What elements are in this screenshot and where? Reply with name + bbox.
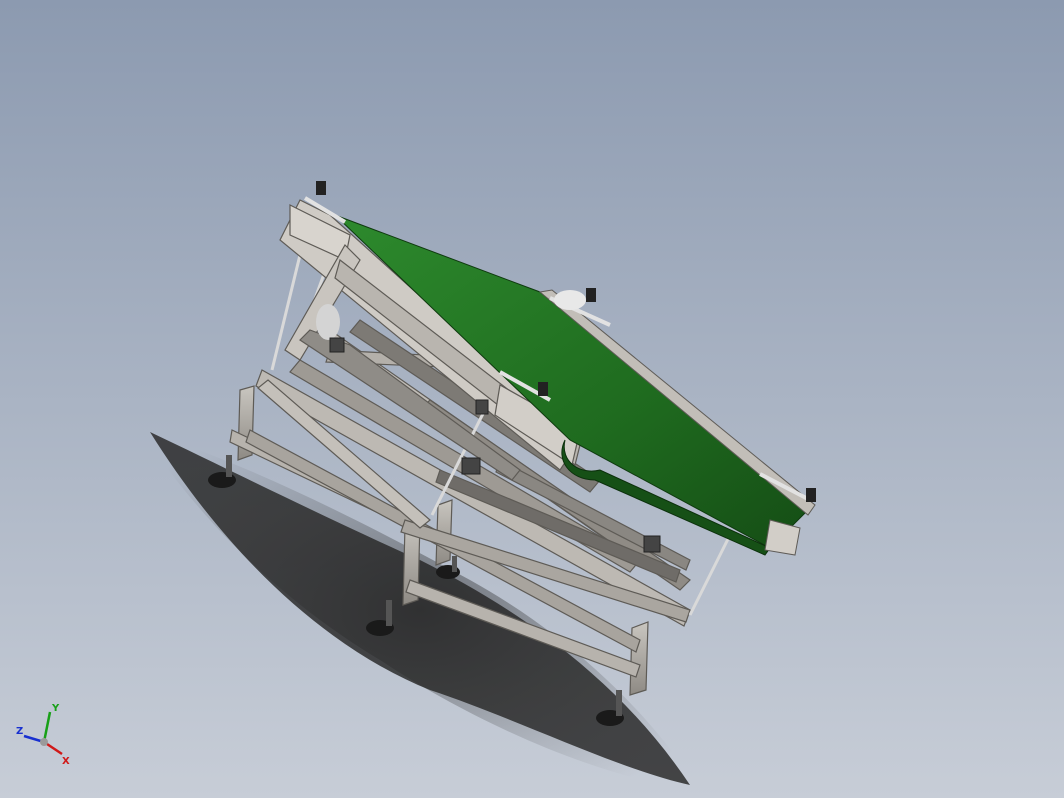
y-axis-arrow	[42, 711, 52, 743]
conveyor-model-view[interactable]	[0, 0, 1064, 798]
conveyor-end-plate	[764, 519, 801, 556]
axis-triad: Y Z X	[16, 703, 70, 766]
y-axis-label: Y	[51, 703, 60, 714]
triad-origin	[40, 738, 48, 746]
x-axis-label: X	[62, 756, 70, 766]
graphics-viewport[interactable]: Y Z X	[0, 0, 1064, 798]
z-axis-label: Z	[16, 726, 23, 737]
